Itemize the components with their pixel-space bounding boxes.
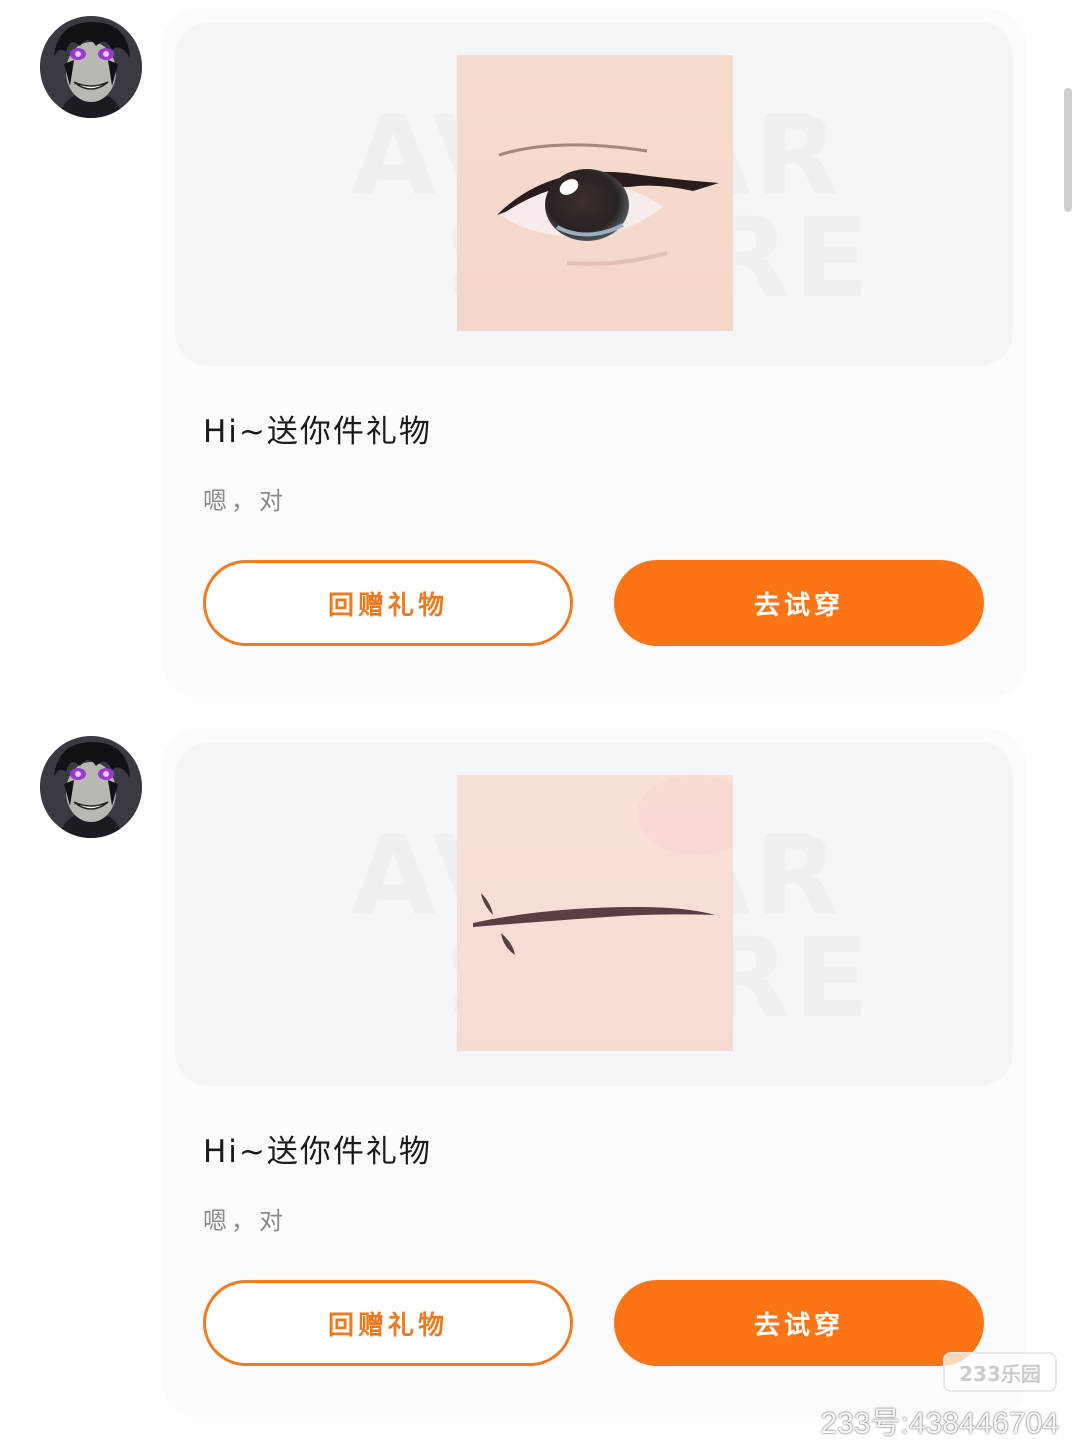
gift-subtitle: 嗯，对 — [203, 487, 287, 515]
gift-subtitle: 嗯，对 — [203, 1207, 287, 1235]
anime-character-avatar-icon — [40, 736, 142, 838]
gift-preview: AVATAR STORE — [175, 22, 1013, 366]
gift-title: Hi~送你件礼物 — [203, 414, 432, 450]
return-gift-button[interactable]: 回赠礼物 — [203, 1280, 573, 1366]
avatar[interactable] — [40, 16, 142, 118]
watermark-stamp: 233乐园 — [943, 1352, 1057, 1392]
gift-card: AVATAR STORE — [161, 8, 1027, 698]
try-on-button[interactable]: 去试穿 — [614, 1280, 984, 1366]
gift-preview: AVATAR STORE — [175, 742, 1013, 1086]
scrollbar[interactable] — [1064, 88, 1072, 212]
try-on-button[interactable]: 去试穿 — [614, 560, 984, 646]
gift-card: AVATAR STORE Hi~送你件礼物 嗯，对 回赠礼物 去试穿 — [161, 728, 1027, 1418]
gift-title: Hi~送你件礼物 — [203, 1134, 432, 1170]
mouth-makeup-icon[interactable] — [457, 775, 733, 1051]
return-gift-button[interactable]: 回赠礼物 — [203, 560, 573, 646]
avatar[interactable] — [40, 736, 142, 838]
watermark-id: 233号:438446704 — [820, 1407, 1059, 1440]
eye-makeup-icon[interactable] — [457, 55, 733, 331]
anime-character-avatar-icon — [40, 16, 142, 118]
